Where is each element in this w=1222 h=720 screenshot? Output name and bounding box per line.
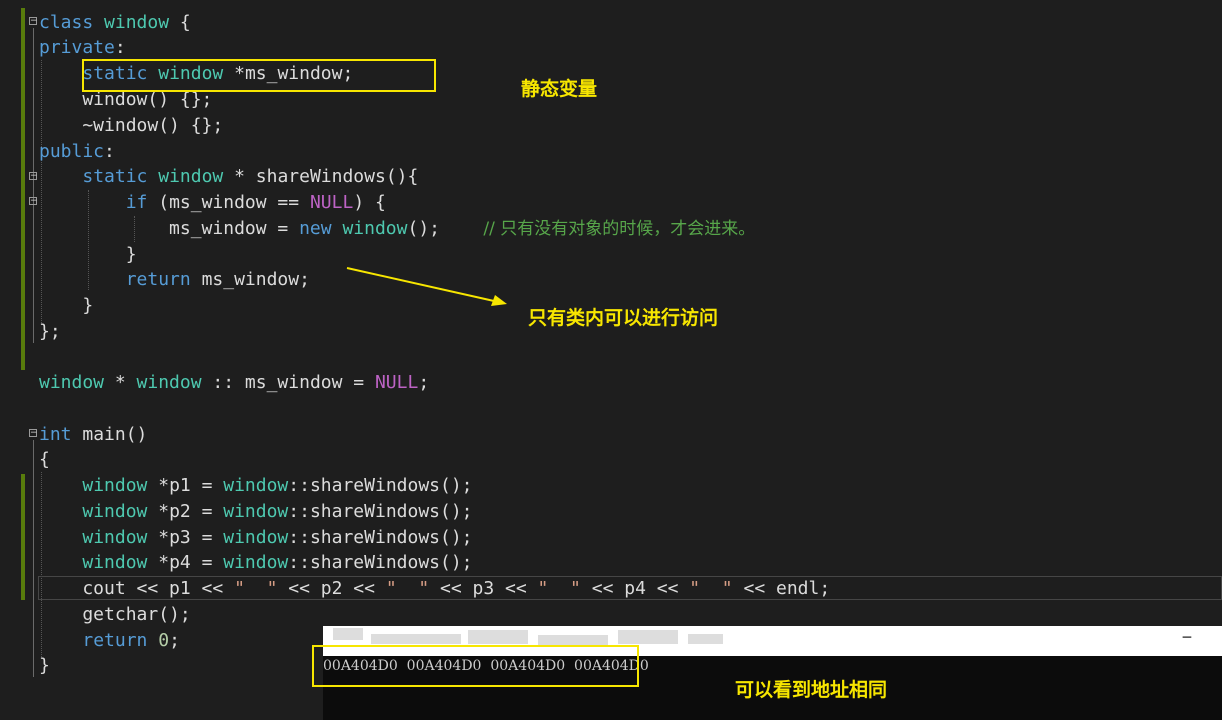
annotation-class-only: 只有类内可以进行访问 bbox=[528, 307, 719, 329]
blurred-title bbox=[618, 630, 678, 644]
minimize-icon[interactable]: ─ bbox=[1180, 628, 1194, 648]
blurred-title bbox=[538, 635, 608, 645]
console-output-highlight-box bbox=[312, 645, 639, 687]
annotation-same-address: 可以看到地址相同 bbox=[735, 679, 888, 701]
arrow-icon bbox=[346, 267, 507, 306]
blurred-title bbox=[371, 634, 461, 644]
blurred-title bbox=[468, 630, 528, 644]
blurred-title bbox=[688, 634, 723, 644]
blurred-title bbox=[333, 628, 363, 640]
